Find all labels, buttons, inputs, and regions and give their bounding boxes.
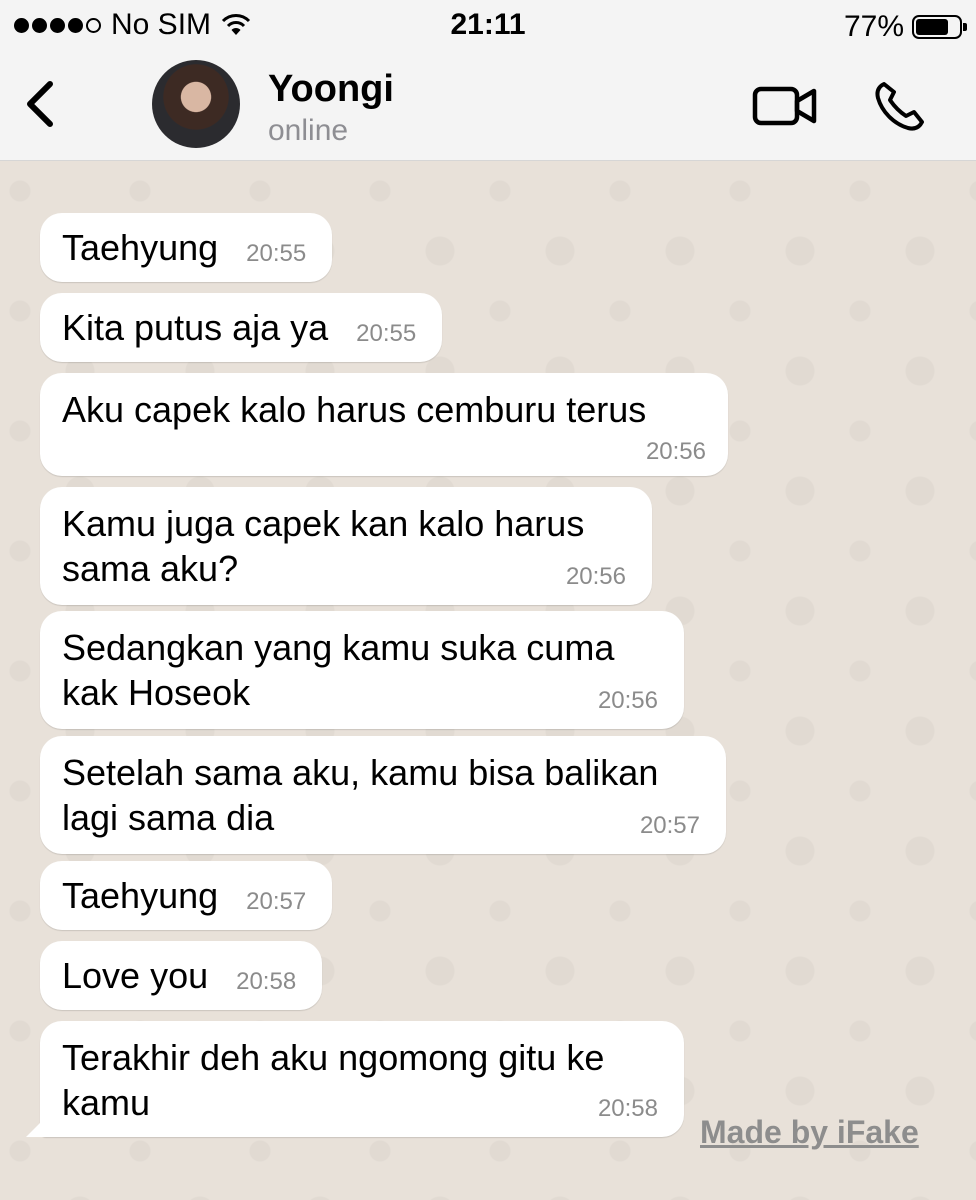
message-time: 20:57 <box>639 812 700 839</box>
message-time: 20:56 <box>597 687 658 714</box>
message-text: Sedangkan yang kamu suka cuma kak Hoseok <box>62 627 615 713</box>
message-time: 20:55 <box>246 240 307 267</box>
message-time: 20:56 <box>645 438 706 465</box>
message-text: Setelah sama aku, kamu bisa balikan lagi… <box>62 752 659 838</box>
message-time: 20:55 <box>356 320 417 347</box>
battery-icon <box>912 15 967 39</box>
status-time: 21:11 <box>450 8 526 41</box>
message-bubble[interactable]: Setelah sama aku, kamu bisa balikan lagi… <box>40 736 726 854</box>
message-text: Taehyung <box>62 227 219 268</box>
message-text: Kamu juga capek kan kalo harus sama aku? <box>62 503 585 589</box>
message-bubble[interactable]: Kita putus aja ya 20:55 <box>40 293 443 362</box>
message-text: Terakhir deh aku ngomong gitu ke kamu <box>62 1037 605 1123</box>
message-time: 20:58 <box>236 968 297 995</box>
contact-name[interactable]: Yoongi <box>268 68 394 111</box>
battery-fill <box>916 19 949 35</box>
message-time: 20:56 <box>565 563 626 590</box>
phone-icon[interactable] <box>872 78 928 134</box>
bubble-tail <box>26 1115 48 1137</box>
avatar[interactable] <box>152 60 240 148</box>
message-bubble[interactable]: Sedangkan yang kamu suka cuma kak Hoseok… <box>40 611 684 729</box>
status-right: 77% <box>843 10 967 44</box>
chevron-left-icon[interactable] <box>20 76 60 132</box>
message-text: Taehyung <box>62 875 219 916</box>
message-bubble[interactable]: Taehyung 20:57 <box>40 861 333 930</box>
watermark: Made by iFake <box>700 1114 919 1150</box>
message-bubble[interactable]: Terakhir deh aku ngomong gitu ke kamu 20… <box>26 1021 684 1137</box>
message-text: Kita putus aja ya <box>62 307 329 348</box>
chat-header: Yoongi online <box>0 50 976 161</box>
video-camera-icon[interactable] <box>752 84 818 128</box>
message-time: 20:57 <box>246 888 307 915</box>
message-bubble[interactable]: Kamu juga capek kan kalo harus sama aku?… <box>40 487 652 605</box>
message-text: Aku capek kalo harus cemburu terus <box>62 389 647 430</box>
status-bar: No SIM 21:11 77% <box>0 0 976 50</box>
message-bubble[interactable]: Love you 20:58 <box>40 941 323 1010</box>
battery-percent: 77% <box>843 10 904 43</box>
message-time: 20:58 <box>597 1095 658 1122</box>
chat-area[interactable]: Taehyung 20:55 Kita putus aja ya 20:55 A… <box>0 161 976 1200</box>
message-text: Love you <box>62 955 209 996</box>
message-bubble[interactable]: Aku capek kalo harus cemburu terus 20:56 <box>40 373 728 476</box>
message-bubble[interactable]: Taehyung 20:55 <box>40 213 333 282</box>
contact-status: online <box>268 114 349 147</box>
